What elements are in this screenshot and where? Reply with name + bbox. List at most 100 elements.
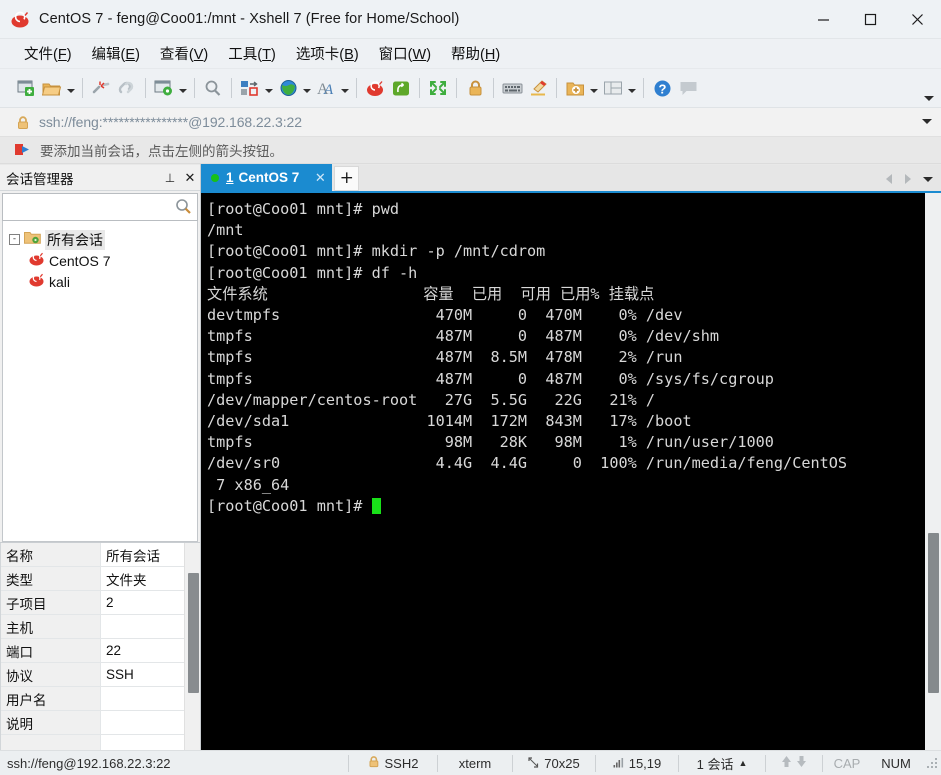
terminal-panel: 1 CentOS 7 ✕ + [root@Coo01 mnt]# pwd /mn…: [201, 164, 941, 750]
svg-text:A: A: [323, 82, 334, 97]
new-folder-icon[interactable]: [562, 74, 588, 102]
split-view-dropdown[interactable]: [626, 74, 638, 102]
terminal-line: /dev/mapper/centos-root 27G 5.5G 22G 21%…: [207, 390, 656, 409]
toolbar-separator: [231, 78, 232, 98]
session-properties-icon[interactable]: [151, 74, 177, 102]
table-row[interactable]: [1, 735, 184, 750]
property-key: 名称: [1, 543, 101, 566]
table-row[interactable]: 用户名: [1, 687, 184, 711]
tab-close-icon[interactable]: ✕: [313, 170, 327, 186]
minimize-button[interactable]: [800, 0, 847, 39]
table-row[interactable]: 名称 所有会话: [1, 543, 184, 567]
xshell-snail-icon[interactable]: [362, 74, 388, 102]
status-term-type[interactable]: xterm: [438, 751, 512, 775]
feedback-icon[interactable]: [675, 74, 701, 102]
snail-icon: [11, 11, 30, 28]
maximize-button[interactable]: [847, 0, 894, 39]
disconnect-icon[interactable]: [88, 74, 114, 102]
table-row[interactable]: 协议 SSH: [1, 663, 184, 687]
property-key: 协议: [1, 663, 101, 686]
status-security[interactable]: SSH2: [349, 751, 437, 775]
table-row[interactable]: 端口 22: [1, 639, 184, 663]
layout-arrange-icon[interactable]: [237, 74, 263, 102]
close-button[interactable]: [894, 0, 941, 39]
menu-view[interactable]: 查看(V): [150, 41, 218, 67]
table-row[interactable]: 说明: [1, 711, 184, 735]
xftp-icon[interactable]: [388, 74, 414, 102]
menu-help[interactable]: 帮助(H): [441, 41, 510, 67]
window-controls: [800, 0, 941, 39]
status-sessions[interactable]: 1 会话 ▲: [679, 751, 765, 775]
globe-encoding-dropdown[interactable]: [301, 74, 313, 102]
terminal-line: /dev/sr0 4.4G 4.4G 0 100% /run/media/fen…: [207, 454, 848, 473]
upload-arrow-icon: [781, 755, 792, 771]
layout-arrange-dropdown[interactable]: [263, 74, 275, 102]
tab-nav-controls: [881, 170, 937, 188]
terminal-prompt: [root@Coo01 mnt]#: [207, 496, 372, 515]
split-view-icon[interactable]: [600, 74, 626, 102]
menu-window[interactable]: 窗口(W): [369, 41, 441, 67]
session-tree[interactable]: - 所有会话 CentOS 7 kali: [2, 221, 198, 542]
property-value: 所有会话: [101, 543, 184, 566]
lock-icon[interactable]: [462, 74, 488, 102]
new-tab-button[interactable]: +: [334, 166, 360, 191]
globe-encoding-icon[interactable]: [275, 74, 301, 102]
address-bar[interactable]: ssh://feng:****************@192.168.22.3…: [0, 108, 941, 137]
properties-scrollbar-thumb[interactable]: [188, 573, 199, 693]
toolbar-separator: [456, 78, 457, 98]
terminal-scrollbar-thumb[interactable]: [928, 533, 939, 693]
address-bar-chevron-down-icon[interactable]: [922, 119, 932, 124]
status-sessions-caret-icon[interactable]: ▲: [738, 758, 747, 768]
table-row[interactable]: 子项目 2: [1, 591, 184, 615]
highlight-pen-icon[interactable]: [525, 74, 551, 102]
lock-icon: [368, 755, 380, 771]
session-search-box[interactable]: [2, 193, 198, 221]
tree-item-centos-7[interactable]: CentOS 7: [3, 250, 197, 271]
menu-tabs[interactable]: 选项卡(B): [286, 41, 369, 67]
open-folder-dropdown[interactable]: [65, 74, 77, 102]
new-folder-dropdown[interactable]: [588, 74, 600, 102]
font-icon[interactable]: A A: [313, 74, 339, 102]
session-manager-close-icon[interactable]: ✕: [180, 167, 200, 189]
tree-expander-icon[interactable]: -: [9, 234, 20, 245]
search-input[interactable]: [3, 199, 197, 215]
tree-root-all-sessions[interactable]: - 所有会话: [3, 229, 197, 250]
tab-strip: 1 CentOS 7 ✕ +: [201, 164, 941, 191]
open-folder-icon[interactable]: [39, 74, 65, 102]
tab-centos-7[interactable]: 1 CentOS 7 ✕: [201, 164, 333, 191]
properties-scrollbar[interactable]: [184, 543, 200, 750]
status-transfer-indicators: [766, 751, 822, 775]
table-row[interactable]: 类型 文件夹: [1, 567, 184, 591]
tab-list-chevron-down-icon[interactable]: [919, 170, 937, 188]
help-icon[interactable]: ?: [649, 74, 675, 102]
menu-edit[interactable]: 编辑(E): [82, 41, 150, 67]
status-cursor-pos[interactable]: 15,19: [596, 751, 678, 775]
terminal-line: devtmpfs 470M 0 470M 0% /dev: [207, 306, 683, 325]
property-key: 类型: [1, 567, 101, 590]
menu-file[interactable]: 文件(F): [14, 41, 82, 67]
search-icon[interactable]: [175, 198, 192, 220]
toolbar-overflow-chevron-down-icon[interactable]: [924, 96, 934, 101]
terminal-screen[interactable]: [root@Coo01 mnt]# pwd /mnt [root@Coo01 m…: [201, 193, 924, 750]
pin-icon[interactable]: ⊥: [160, 167, 180, 189]
body-split: 会话管理器 ⊥ ✕ - 所有会话 CentOS 7 kali 名称 所有会话 类…: [0, 164, 941, 750]
fullscreen-icon[interactable]: [425, 74, 451, 102]
search-icon[interactable]: [200, 74, 226, 102]
tree-item-label: kali: [49, 273, 71, 290]
address-bar-value: ssh://feng:****************@192.168.22.3…: [39, 114, 302, 130]
chevron-right-icon[interactable]: [900, 170, 916, 188]
terminal-scrollbar[interactable]: [924, 193, 941, 750]
reconnect-icon[interactable]: [114, 74, 140, 102]
table-row[interactable]: 主机: [1, 615, 184, 639]
font-dropdown[interactable]: [339, 74, 351, 102]
keyboard-icon[interactable]: [499, 74, 525, 102]
session-properties-dropdown[interactable]: [177, 74, 189, 102]
menu-tools[interactable]: 工具(T): [218, 41, 286, 67]
window-resize-grip[interactable]: [925, 756, 939, 770]
toolbar-separator: [419, 78, 420, 98]
status-screen-size[interactable]: 70x25: [513, 751, 595, 775]
new-session-icon[interactable]: [13, 74, 39, 102]
terminal-cursor: [371, 497, 381, 514]
tree-item-kali[interactable]: kali: [3, 271, 197, 292]
chevron-left-icon[interactable]: [881, 170, 897, 188]
